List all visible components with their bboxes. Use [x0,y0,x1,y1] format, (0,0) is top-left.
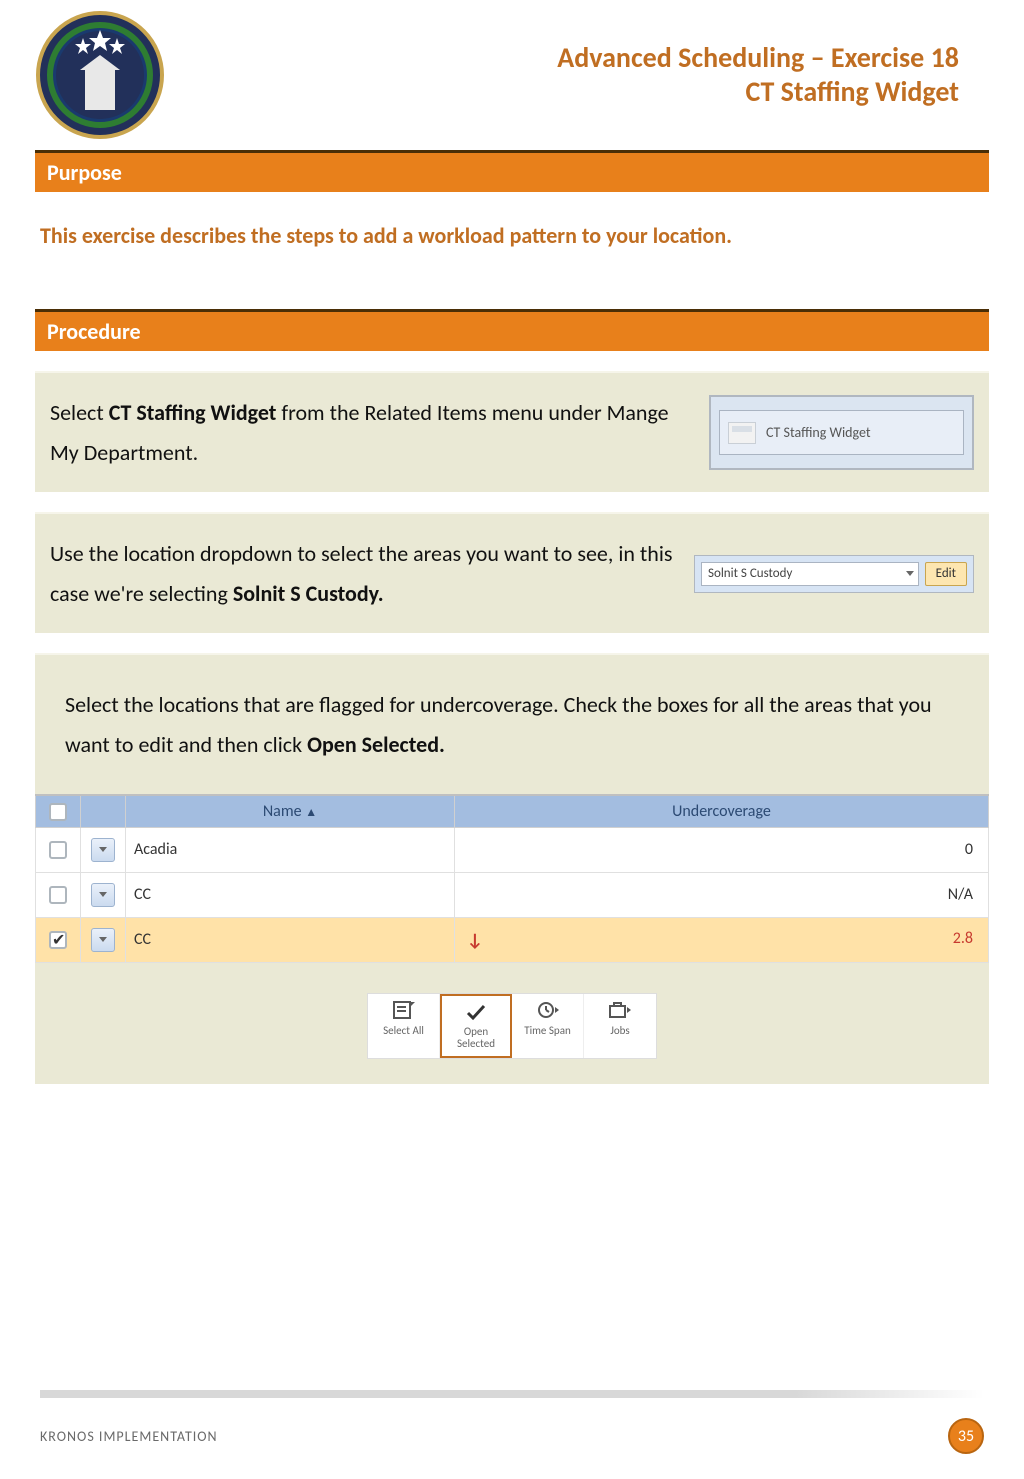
section-purpose: Purpose [35,150,989,192]
row-name: CC [126,872,455,917]
step-2-image: Solnit S Custody Edit [694,534,974,613]
chevron-down-icon [99,937,107,942]
col-checkbox [36,795,81,828]
row-undercoverage: ↓2.8 [454,917,988,962]
clock-icon [537,1000,559,1020]
col-name-label: Name [263,802,302,821]
select-all-checkbox[interactable] [49,803,67,821]
toolbar-inner: Select All Open Selected [367,993,657,1059]
step-3-text: Select the locations that are flagged fo… [35,685,989,789]
check-icon [466,1002,486,1022]
row-dropdown[interactable] [91,838,115,862]
open-selected-button[interactable]: Open Selected [440,994,512,1058]
footer-text: KRONOS IMPLEMENTATION [40,1428,218,1445]
jobs-label: Jobs [610,1024,629,1037]
location-bar: Solnit S Custody Edit [694,555,974,593]
ct-widget-label: CT Staffing Widget [766,424,871,441]
chevron-down-icon [906,571,914,576]
chevron-down-icon [99,892,107,897]
table-row: CCN/A [36,872,989,917]
row-undercoverage: 0 [454,827,988,872]
time-span-label: Time Span [524,1024,571,1037]
ct-widget-item[interactable]: CT Staffing Widget [719,410,964,455]
col-dropdown [81,795,126,828]
step2-bold: Solnit S Custody. [233,580,384,607]
edit-button[interactable]: Edit [925,562,967,586]
page-number-badge: 35 [948,1418,984,1454]
row-name: CC [126,917,455,962]
row-dropdown[interactable] [91,928,115,952]
time-span-button[interactable]: Time Span [512,994,584,1058]
step-2: Use the location dropdown to select the … [35,512,989,633]
location-selected: Solnit S Custody [708,566,792,581]
row-checkbox[interactable] [49,931,67,949]
doc-title-line1: Advanced Scheduling – Exercise 18 [165,41,959,75]
open-selected-label: Open Selected [446,1026,506,1050]
briefcase-icon [609,1000,631,1020]
widget-tile-icon [728,422,756,444]
select-all-label: Select All [383,1024,424,1037]
jobs-button[interactable]: Jobs [584,994,656,1058]
step3-pre: Select the locations that are flagged fo… [65,691,932,758]
table-row: Acadia0 [36,827,989,872]
step3-bold: Open Selected. [307,731,445,758]
step-1-image: CT Staffing Widget [709,393,974,472]
edit-button-label: Edit [936,566,956,581]
page-footer: KRONOS IMPLEMENTATION 35 [0,1390,1024,1479]
col-undercoverage[interactable]: Undercoverage [454,795,988,828]
row-name: Acadia [126,827,455,872]
row-dropdown[interactable] [91,883,115,907]
sort-asc-icon: ▲ [305,806,317,820]
step-1: Select CT Staffing Widget from the Relat… [35,371,989,492]
state-seal-logo [35,10,165,140]
step1-bold: CT Staffing Widget [109,399,277,426]
footer-rule [40,1390,984,1398]
page-header: Advanced Scheduling – Exercise 18 CT Sta… [0,0,1024,140]
col-under-label: Undercoverage [672,802,771,821]
title-block: Advanced Scheduling – Exercise 18 CT Sta… [165,41,989,108]
section-procedure: Procedure [35,309,989,351]
table-toolbar: Select All Open Selected [35,993,989,1059]
intro-text: This exercise describes the steps to add… [0,192,1024,309]
step1-pre: Select [50,399,109,426]
locations-table: Name ▲ Undercoverage Acadia0CCN/ACC↓2.8 [35,794,989,963]
step-2-text: Use the location dropdown to select the … [50,534,694,613]
row-undercoverage: N/A [454,872,988,917]
table-header-row: Name ▲ Undercoverage [36,795,989,828]
ct-widget-panel: CT Staffing Widget [709,395,974,470]
step-3: Select the locations that are flagged fo… [35,653,989,1084]
down-arrow-icon: ↓ [467,929,483,951]
select-all-button[interactable]: Select All [368,994,440,1058]
chevron-down-icon [99,847,107,852]
step-1-text: Select CT Staffing Widget from the Relat… [50,393,709,472]
col-name[interactable]: Name ▲ [126,795,455,828]
row-checkbox[interactable] [49,841,67,859]
doc-title-line2: CT Staffing Widget [165,75,959,109]
select-all-icon [393,1000,415,1020]
location-dropdown[interactable]: Solnit S Custody [701,562,919,586]
row-checkbox[interactable] [49,886,67,904]
table-row: CC↓2.8 [36,917,989,962]
